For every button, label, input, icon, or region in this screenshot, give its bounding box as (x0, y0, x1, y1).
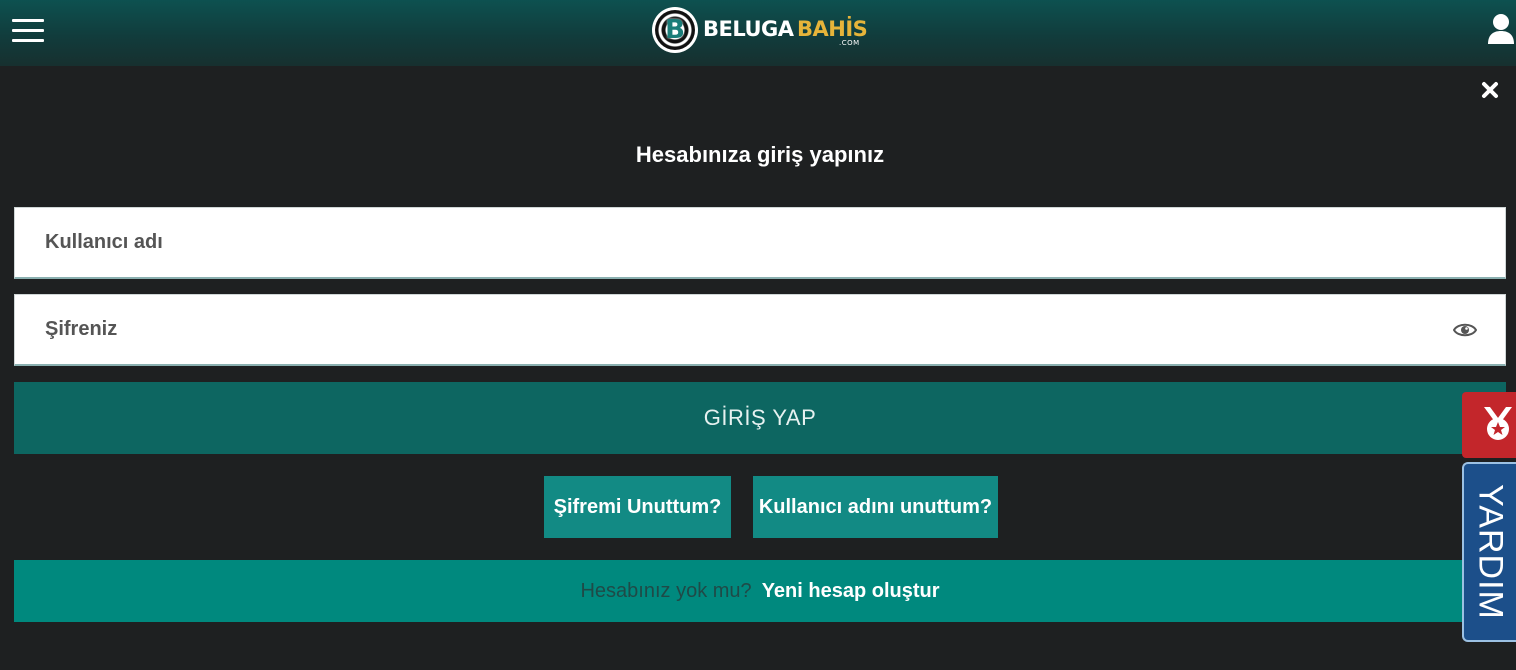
help-tab[interactable]: YARDIM (1462, 462, 1516, 642)
logo-badge-letter: B (665, 15, 685, 45)
brand-logo[interactable]: B BELUGA BAHİS .COM (652, 6, 872, 54)
logo-ball-icon: B (652, 7, 698, 53)
menu-line (12, 19, 44, 22)
promo-tab[interactable] (1462, 392, 1516, 458)
menu-line (12, 29, 44, 32)
signup-bar: Hesabınız yok mu? Yeni hesap oluştur (14, 560, 1506, 622)
signup-link[interactable]: Yeni hesap oluştur (762, 580, 940, 603)
top-navigation-bar: B BELUGA BAHİS .COM (0, 0, 1516, 66)
user-icon[interactable] (1487, 13, 1515, 45)
close-icon[interactable] (1480, 80, 1500, 100)
logo-suffix: .COM (839, 39, 860, 47)
signup-question: Hesabınız yok mu? (580, 579, 752, 602)
forgot-username-button[interactable]: Kullanıcı adını unuttum? (753, 476, 998, 538)
eye-icon[interactable] (1452, 321, 1478, 339)
menu-line (12, 39, 44, 42)
username-field (14, 207, 1506, 279)
hamburger-menu-icon[interactable] (12, 19, 44, 43)
username-input[interactable] (15, 208, 1505, 277)
medal-icon (1484, 407, 1512, 440)
login-title: Hesabınıza giriş yapınız (635, 142, 885, 167)
password-input[interactable] (15, 295, 1505, 364)
logo-word-bahis: BAHİS (797, 17, 868, 41)
forgot-password-button[interactable]: Şifremi Unuttum? (544, 476, 731, 538)
help-tab-label: YARDIM (1471, 484, 1510, 620)
login-button[interactable]: GİRİŞ YAP (14, 382, 1506, 454)
password-field (14, 294, 1506, 366)
logo-word-beluga: BELUGA (703, 17, 794, 41)
